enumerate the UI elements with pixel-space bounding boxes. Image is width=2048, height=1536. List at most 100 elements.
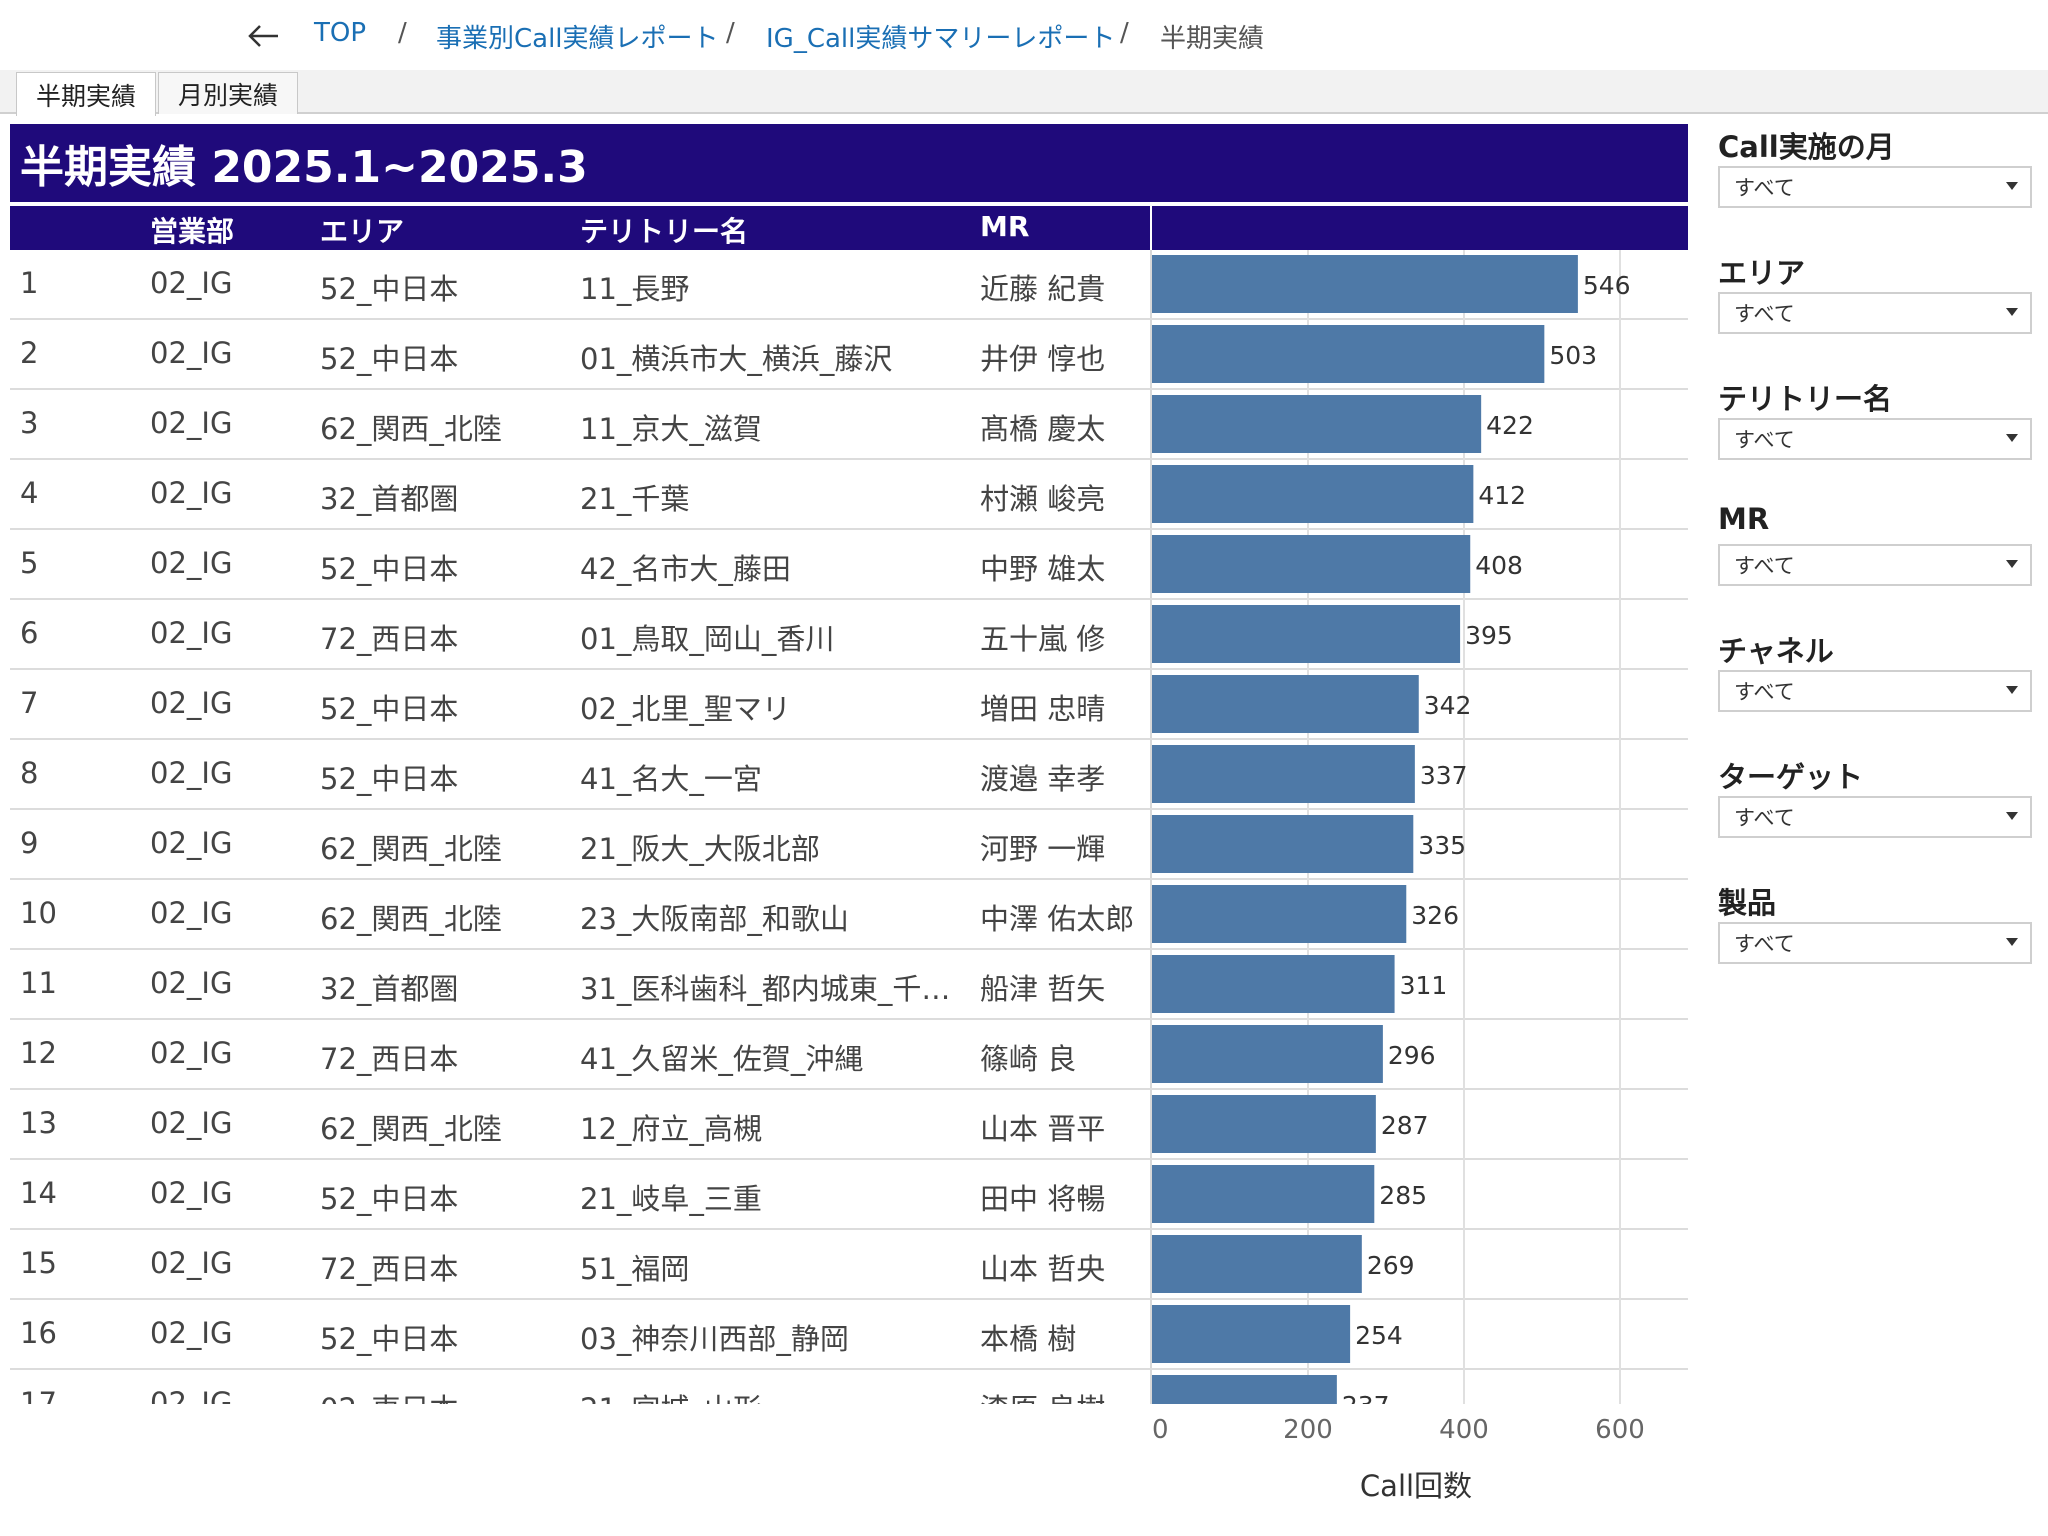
cell-area: 02_東日本	[320, 1386, 458, 1404]
filter-dropdown[interactable]: すべて	[1718, 796, 2032, 838]
breadcrumb-separator: /	[1120, 18, 1129, 48]
cell-rank: 16	[20, 1316, 57, 1350]
chart-bar[interactable]	[1152, 1305, 1351, 1363]
breadcrumb-current: 半期実績	[1160, 24, 1265, 54]
chart-bar[interactable]	[1152, 535, 1471, 593]
bar-value-label: 395	[1465, 621, 1513, 650]
cell-mr: 中野 雄太	[980, 552, 1106, 586]
filter-dropdown[interactable]: すべて	[1718, 292, 2032, 334]
filter-dropdown[interactable]: すべて	[1718, 670, 2032, 712]
cell-area: 52_中日本	[320, 1182, 459, 1216]
filter-group: テリトリー名 すべて	[1718, 376, 2034, 460]
chart-bar[interactable]	[1152, 1095, 1376, 1153]
chart-bar[interactable]	[1152, 395, 1482, 453]
bar-value-label: 337	[1420, 761, 1468, 790]
bar-value-label: 546	[1583, 271, 1631, 300]
cell-territory: 41_名大_一宮	[580, 762, 762, 796]
cell-mr: 中澤 佑太郎	[980, 902, 1135, 936]
chart-bar[interactable]	[1152, 1235, 1362, 1293]
cell-territory: 23_大阪南部_和歌山	[580, 902, 849, 936]
x-tick-label: 0	[1152, 1415, 1169, 1445]
filter-dropdown[interactable]: すべて	[1718, 544, 2032, 586]
filter-label: テリトリー名	[1718, 382, 1893, 416]
cell-rank: 7	[20, 686, 39, 720]
cell-territory: 12_府立_高槻	[580, 1112, 762, 1146]
chart-bar[interactable]	[1152, 1165, 1375, 1223]
cell-area: 52_中日本	[320, 692, 459, 726]
breadcrumb-division-report-link[interactable]: 事業別Call実績レポート	[436, 18, 719, 55]
filter-group: MR すべて	[1718, 502, 2034, 586]
cell-area: 52_中日本	[320, 552, 459, 586]
chart-bar[interactable]	[1152, 465, 1474, 523]
cell-area: 32_首都圏	[320, 482, 459, 516]
column-header-mr: MR	[980, 210, 1030, 243]
cell-division: 02_IG	[150, 476, 233, 510]
cell-mr: 河野 一輝	[980, 832, 1106, 866]
cell-area: 52_中日本	[320, 1322, 459, 1356]
cell-mr: 本橋 樹	[980, 1322, 1077, 1356]
cell-mr: 増田 忠晴	[980, 692, 1106, 726]
cell-mr: 田中 将暢	[980, 1182, 1106, 1216]
cell-division: 02_IG	[150, 756, 233, 790]
bar-value-label: 342	[1424, 691, 1472, 720]
cell-mr: 山本 哲央	[980, 1252, 1106, 1286]
cell-territory: 41_久留米_佐賀_沖縄	[580, 1042, 864, 1076]
dropdown-caret-icon	[2006, 938, 2018, 946]
cell-rank: 17	[20, 1386, 57, 1404]
x-tick-label: 600	[1595, 1415, 1645, 1445]
tab-bar: 半期実績 月別実績	[0, 70, 2048, 116]
cell-mr: 髙橋 慶太	[980, 412, 1106, 446]
bar-value-label: 408	[1475, 551, 1523, 580]
cell-mr: 五十嵐 修	[980, 622, 1106, 656]
breadcrumb-separator: /	[726, 18, 735, 48]
chart-bar[interactable]	[1152, 815, 1414, 873]
cell-mr: 村瀬 峻亮	[980, 482, 1106, 516]
filter-label: MR	[1718, 502, 1770, 536]
cell-mr: 船津 哲矢	[980, 972, 1106, 1006]
cell-mr: 篠崎 良	[980, 1042, 1077, 1076]
cell-division: 02_IG	[150, 686, 233, 720]
cell-area: 72_西日本	[320, 1252, 459, 1286]
cell-area: 62_関西_北陸	[320, 902, 502, 936]
cell-area: 32_首都圏	[320, 972, 459, 1006]
tab-monthly[interactable]: 月別実績	[158, 72, 298, 114]
filter-dropdown[interactable]: すべて	[1718, 166, 2032, 208]
chart-bar[interactable]	[1152, 675, 1419, 733]
filter-selected-value: すべて	[1734, 176, 1795, 200]
cell-area: 72_西日本	[320, 622, 459, 656]
cell-territory: 51_福岡	[580, 1252, 690, 1286]
chart-bar[interactable]	[1152, 325, 1545, 383]
column-header-division: 営業部	[150, 215, 235, 248]
filter-selected-value: すべて	[1734, 680, 1795, 704]
chart-bar[interactable]	[1152, 1025, 1383, 1083]
bar-value-label: 296	[1388, 1041, 1436, 1070]
chart-bar[interactable]	[1152, 605, 1461, 663]
filter-dropdown[interactable]: すべて	[1718, 418, 2032, 460]
filter-selected-value: すべて	[1734, 554, 1795, 578]
cell-mr: 近藤 紀貴	[980, 272, 1106, 306]
chart-bar[interactable]	[1152, 885, 1407, 943]
cell-rank: 2	[20, 336, 39, 370]
cell-rank: 1	[20, 266, 39, 300]
cell-territory: 11_長野	[580, 272, 690, 306]
cell-territory: 42_名市大_藤田	[580, 552, 791, 586]
cell-division: 02_IG	[150, 1106, 233, 1140]
filter-label: ターゲット	[1718, 760, 1864, 794]
cell-territory: 11_京大_滋賀	[580, 412, 762, 446]
x-tick-label: 200	[1283, 1415, 1333, 1445]
bars-group: 546 503 422 412 408 395 342 337 335 326 311 296 287 2…	[1152, 255, 1631, 1404]
breadcrumb-top-link[interactable]: TOP	[314, 18, 366, 48]
filter-label: 製品	[1718, 886, 1777, 920]
filter-group: 製品 すべて	[1718, 880, 2034, 964]
back-arrow-icon[interactable]	[244, 16, 284, 56]
filter-label: エリア	[1718, 256, 1806, 290]
cell-division: 02_IG	[150, 336, 233, 370]
chart-bar[interactable]	[1152, 955, 1395, 1013]
breadcrumb-ig-summary-link[interactable]: IG_Call実績サマリーレポート	[766, 18, 1115, 55]
filter-dropdown[interactable]: すべて	[1718, 922, 2032, 964]
chart-bar[interactable]	[1152, 255, 1578, 313]
dropdown-caret-icon	[2006, 308, 2018, 316]
chart-bar[interactable]	[1152, 745, 1415, 803]
bar-value-label: 287	[1381, 1111, 1429, 1140]
tab-half-year[interactable]: 半期実績	[16, 72, 156, 116]
